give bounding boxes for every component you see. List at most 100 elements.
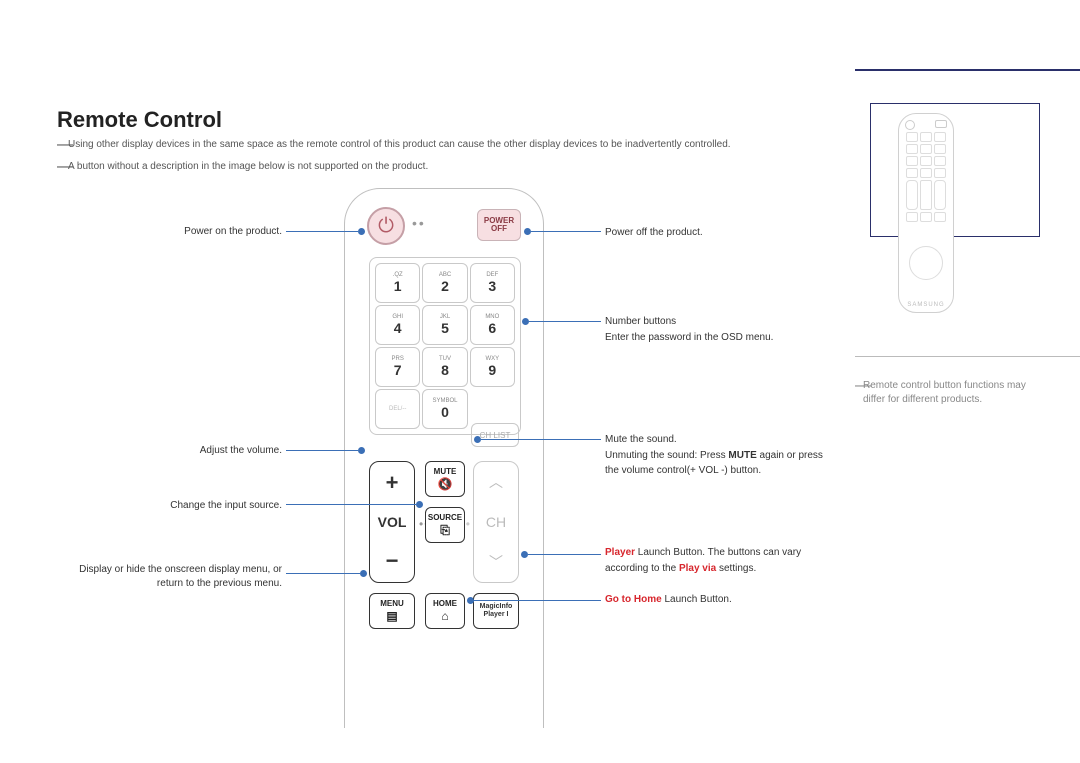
ir-led-dots: •• [412,215,426,231]
key-1: .QZ1 [375,263,420,303]
key-7: PRS7 [375,347,420,387]
mini-power-off-icon [935,120,947,128]
label-player-red: Player [605,547,635,558]
volume-minus-icon: − [386,548,399,574]
label-home-red: Go to Home [605,594,662,605]
callout-line-mute [481,439,601,440]
number-pad: .QZ1 ABC2 DEF3 GHI4 JKL5 MNO6 PRS7 TUV8 … [369,257,521,435]
label-adjust-volume: Adjust the volume. [57,444,282,458]
key-8: TUV8 [422,347,467,387]
remote-illustration: ⏻ •• POWER OFF .QZ1 ABC2 DEF3 GHI4 JKL5 … [344,188,544,728]
key-1-num: 1 [394,278,402,294]
callout-dot-home [467,597,474,604]
poff-l2: OFF [491,225,507,233]
ch-list-button: CH LIST [471,423,519,447]
callout-dot-volume [358,447,365,454]
label-power-on: Power on the product. [57,225,282,239]
source-button: SOURCE ⎘ [425,507,465,543]
callout-dot-menu [360,570,367,577]
label-number-l1: Number buttons [605,316,676,327]
magic-l2: Player I [484,611,509,619]
key-5-num: 5 [441,320,449,336]
key-8-num: 8 [441,362,449,378]
callout-dot-player [521,551,528,558]
sidebar-highlight-box [870,103,1040,237]
label-mute-bold: MUTE [728,450,756,461]
label-power-off: Power off the product. [605,225,835,241]
label-player: Player Launch Button. The buttons can va… [605,545,835,576]
channel-rocker: ︿ CH ﹀ [473,461,519,583]
mute-button: MUTE 🔇 [425,461,465,497]
power-off-button: POWER OFF [477,209,521,241]
source-text: SOURCE [428,514,462,522]
key-2: ABC2 [422,263,467,303]
mute-text: MUTE [434,468,457,476]
label-number-l2: Enter the password in the OSD menu. [605,332,773,343]
key-9: WXY9 [470,347,515,387]
intro-note-2: A button without a description in the im… [68,160,428,174]
key-4: GHI4 [375,305,420,345]
source-icon: ⎘ [440,524,450,536]
label-source: Change the input source. [57,499,282,513]
magic-l1: MagicInfo [480,603,513,611]
label-player-rest2: settings. [716,563,756,574]
label-mute-l1: Mute the sound. [605,434,677,445]
callout-line-source [286,504,416,505]
sidebar-note: Remote control button functions may diff… [863,379,1033,407]
intro-note-1: Using other display devices in the same … [68,138,731,152]
callout-dot-source [416,501,423,508]
key-6-num: 6 [488,320,496,336]
sidebar-divider [855,356,1080,357]
volume-plus-icon: + [386,470,399,496]
label-number-buttons: Number buttons Enter the password in the… [605,314,835,345]
magicinfo-player-button: MagicInfo Player I [473,593,519,629]
label-menu: Display or hide the onscreen display men… [57,563,282,591]
mute-icon: 🔇 [438,478,453,490]
home-icon: ⌂ [441,610,448,622]
label-mute-l2a: Unmuting the sound: Press [605,450,728,461]
callout-line-player [528,554,601,555]
callout-dot-power-on [358,228,365,235]
callout-line-power-off [531,231,601,232]
page-header-rule [855,69,1080,71]
key-4-num: 4 [394,320,402,336]
mini-brand: SAMSUNG [899,302,953,308]
callout-line-numbers [529,321,601,322]
callout-line-volume [286,450,358,451]
sidebar-mini-remote: SAMSUNG [898,113,954,313]
mini-dpad [909,246,943,280]
key-2-num: 2 [441,278,449,294]
label-mute: Mute the sound. Unmuting the sound: Pres… [605,432,835,479]
key-del: DEL/-- [375,389,420,429]
channel-label: CH [486,514,506,530]
home-text: HOME [433,600,457,608]
home-button: HOME ⌂ [425,593,465,629]
callout-dot-power-off [524,228,531,235]
channel-up-icon: ︿ [489,472,503,492]
key-0: SYMBOL0 [422,389,467,429]
key-0-num: 0 [441,404,449,420]
page-title: Remote Control [57,107,222,133]
channel-down-icon: ﹀ [489,552,503,572]
menu-text: MENU [380,600,404,608]
key-3-num: 3 [488,278,496,294]
callout-line-home [474,600,601,601]
key-del-sub: DEL/-- [389,406,406,412]
callout-line-power-on [286,231,358,232]
key-9-num: 9 [488,362,496,378]
callout-dot-mute [474,436,481,443]
label-home: Go to Home Launch Button. [605,592,835,608]
key-6: MNO6 [470,305,515,345]
label-playvia-red: Play via [679,563,716,574]
menu-button: MENU ▤ [369,593,415,629]
key-5: JKL5 [422,305,467,345]
callout-line-menu [286,573,360,574]
power-on-button: ⏻ [367,207,405,245]
menu-icon: ▤ [386,610,397,622]
callout-dot-numbers [522,318,529,325]
volume-rocker: + VOL − [369,461,415,583]
key-3: DEF3 [470,263,515,303]
key-7-num: 7 [394,362,402,378]
volume-label: VOL [378,514,407,530]
label-home-rest: Launch Button. [662,594,732,605]
